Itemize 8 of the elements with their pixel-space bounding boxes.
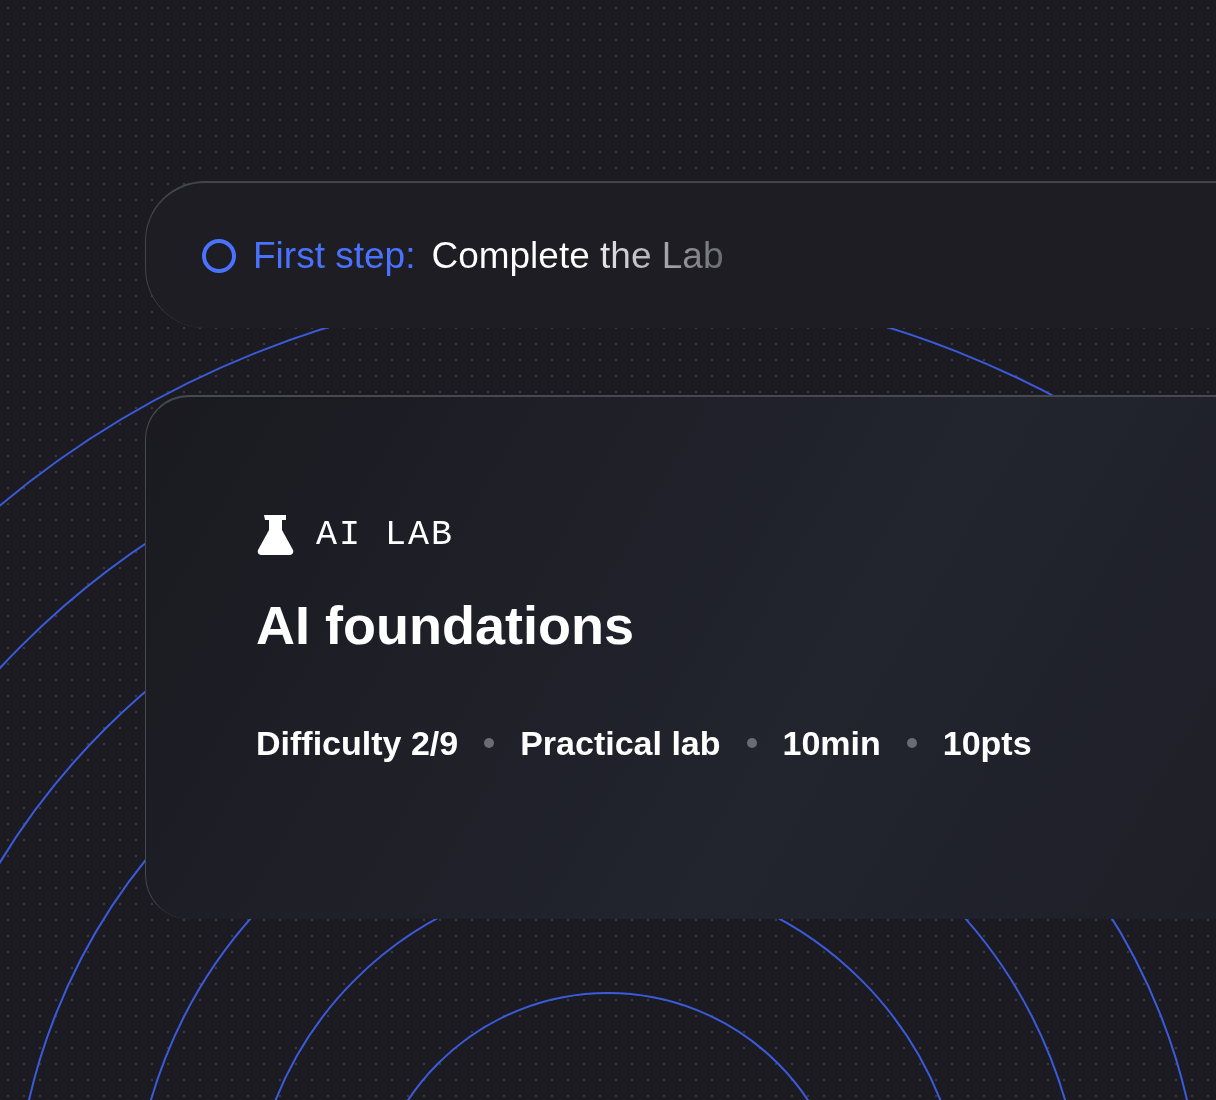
category-label: AI LAB [316, 514, 455, 557]
step-label: First step: [253, 233, 416, 278]
meta-item: 10pts [942, 722, 1032, 764]
flask-icon [256, 514, 294, 557]
meta-item: 10min [782, 722, 881, 764]
meta-item: Practical lab [520, 722, 721, 764]
card-title: AI foundations [256, 597, 635, 652]
meta-item: Difficulty 2/9 [256, 722, 459, 764]
